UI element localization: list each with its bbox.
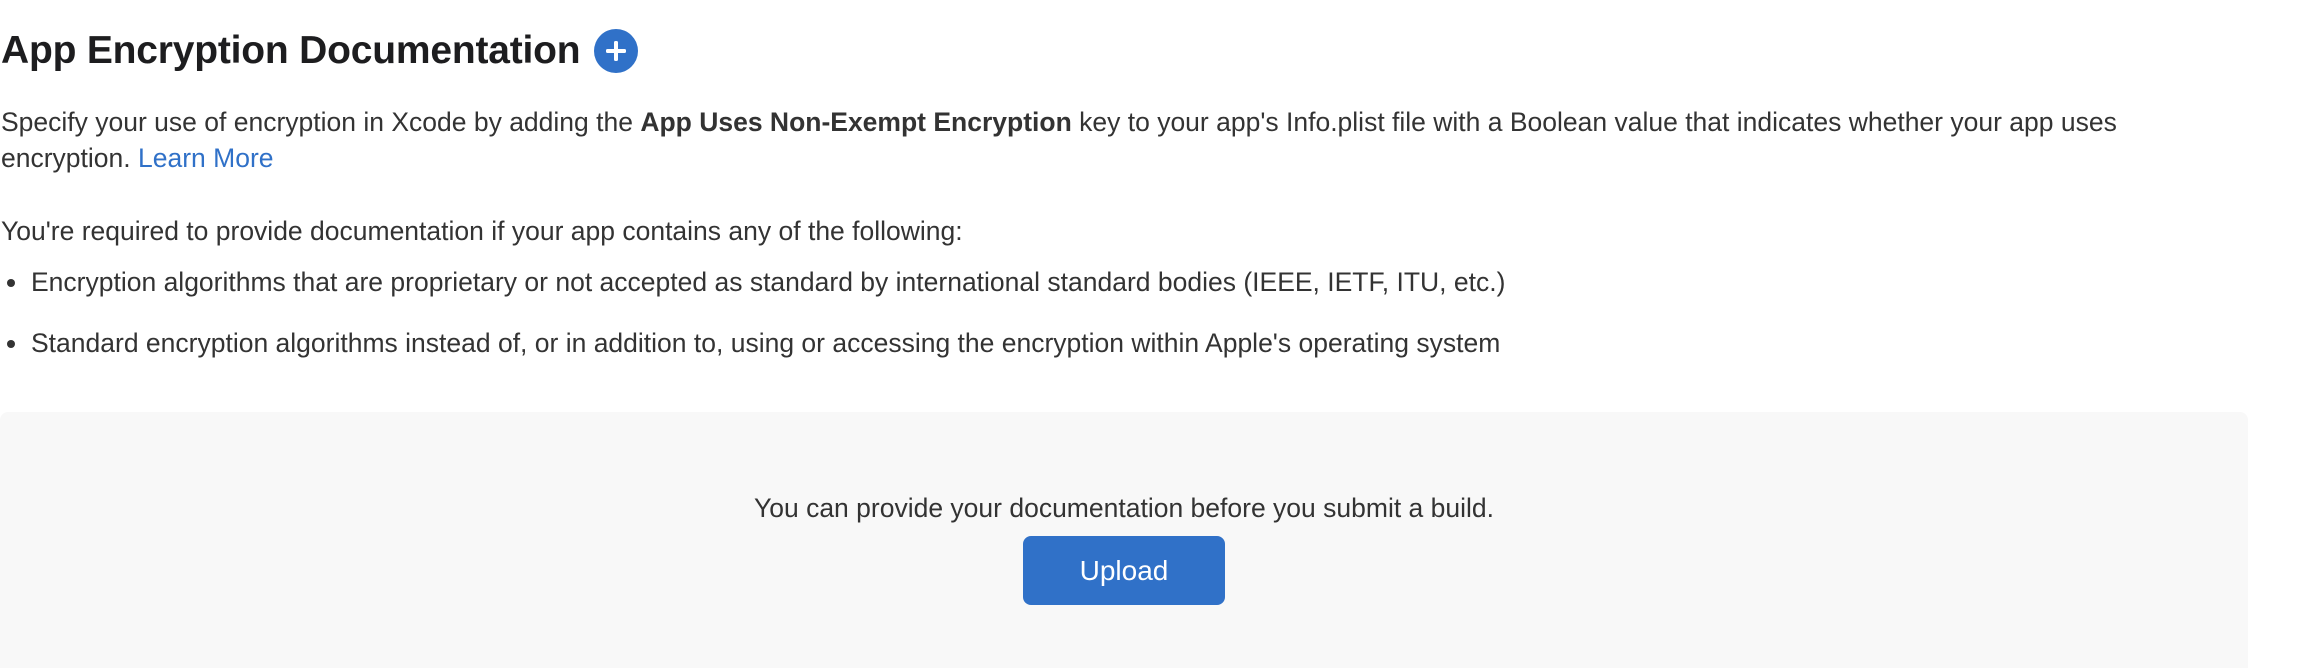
bullet-icon (7, 279, 15, 287)
bullet-icon (7, 340, 15, 348)
encryption-description: Specify your use of encryption in Xcode … (1, 104, 2211, 176)
section-header: App Encryption Documentation (1, 24, 639, 78)
description-text-start: Specify your use of encryption in Xcode … (1, 107, 641, 137)
upload-message: You can provide your documentation befor… (753, 493, 1495, 523)
upload-panel: You can provide your documentation befor… (0, 412, 2248, 668)
add-documentation-button[interactable] (594, 29, 639, 73)
upload-button[interactable]: Upload (1023, 536, 1225, 605)
requirement-intro: You're required to provide documentation… (1, 216, 963, 246)
list-item: Encryption algorithms that are proprieta… (0, 264, 1505, 300)
learn-more-link[interactable]: Learn More (138, 143, 274, 173)
section-title: App Encryption Documentation (1, 29, 581, 72)
list-item-text: Standard encryption algorithms instead o… (31, 328, 1501, 358)
plus-circle-icon (606, 41, 627, 61)
list-item-text: Encryption algorithms that are proprieta… (31, 267, 1506, 297)
description-key-name: App Uses Non-Exempt Encryption (640, 107, 1072, 137)
list-item: Standard encryption algorithms instead o… (0, 325, 1505, 361)
requirement-list: Encryption algorithms that are proprieta… (0, 264, 1505, 386)
